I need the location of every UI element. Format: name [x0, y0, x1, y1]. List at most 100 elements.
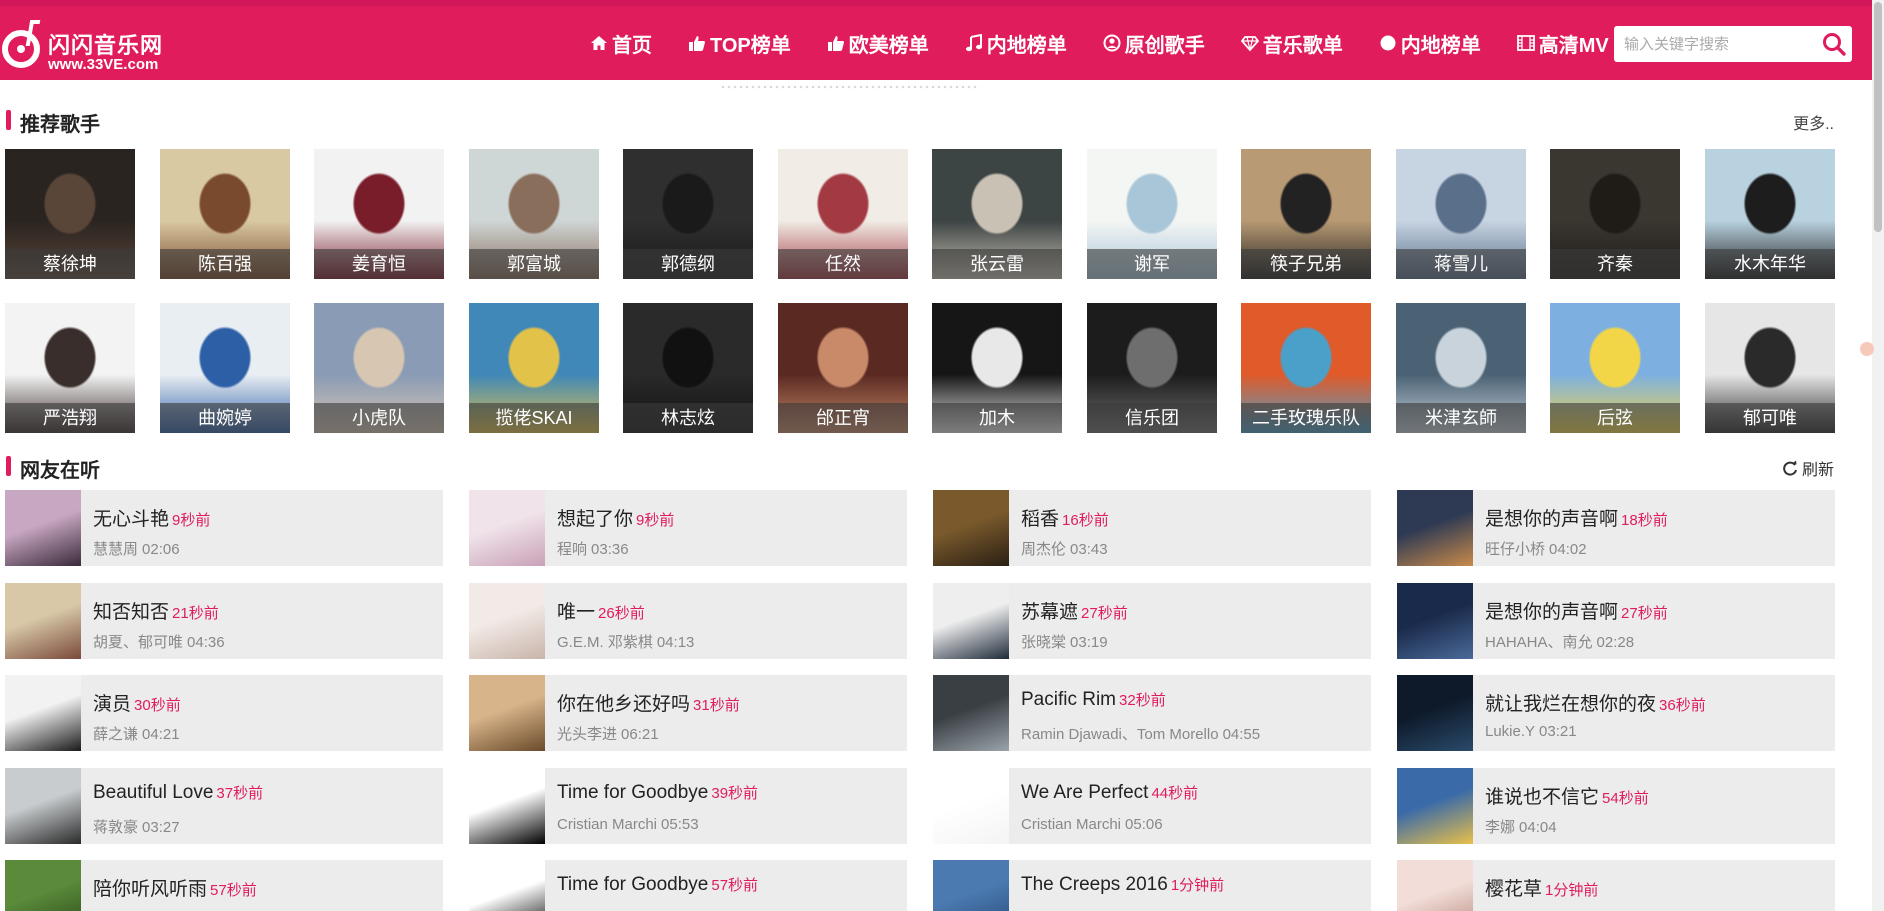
song-item[interactable]: Pacific Rim 32秒前 Ramin Djawadi、Tom Morello…	[933, 675, 1371, 751]
song-item[interactable]: The Creeps 2016 1分钟前	[933, 860, 1371, 911]
singer-card[interactable]: 林志炫	[623, 303, 753, 433]
song-title[interactable]: 无心斗艳	[93, 509, 169, 530]
more-singers-link[interactable]: 更多..	[1793, 110, 1834, 134]
refresh-button[interactable]: 刷新	[1782, 456, 1834, 480]
nav-mainland-chart-2[interactable]: 内地榜单	[1379, 29, 1481, 58]
song-artist[interactable]: Cristian Marchi	[557, 816, 657, 833]
page-scrollbar[interactable]	[1872, 0, 1884, 911]
search-input[interactable]	[1614, 26, 1814, 62]
song-meta: Cristian Marchi 05:06	[1021, 816, 1163, 833]
singer-card[interactable]: 郭富城	[469, 149, 599, 279]
singer-card[interactable]: 齐秦	[1550, 149, 1680, 279]
nav-home[interactable]: 首页	[590, 29, 652, 58]
song-item[interactable]: 是想你的声音啊 27秒前 HAHAHA、南允 02:28	[1397, 583, 1835, 659]
singer-card[interactable]: 加木	[932, 303, 1062, 433]
nav-original-singers[interactable]: 原创歌手	[1103, 29, 1205, 58]
song-artist[interactable]: Lukie.Y	[1485, 723, 1535, 740]
nav-western-chart[interactable]: 欧美榜单	[827, 29, 929, 58]
singer-card[interactable]: 后弦	[1550, 303, 1680, 433]
song-item[interactable]: 知否知否 21秒前 胡夏、郁可唯 04:36	[5, 583, 443, 659]
singer-card[interactable]: 小虎队	[314, 303, 444, 433]
floating-widget-dot[interactable]	[1860, 342, 1874, 356]
singer-card[interactable]: 郭德纲	[623, 149, 753, 279]
song-artist[interactable]: 周杰伦	[1021, 541, 1066, 558]
singer-card[interactable]: 信乐团	[1087, 303, 1217, 433]
song-item[interactable]: 陪你听风听雨 57秒前	[5, 860, 443, 911]
singer-card[interactable]: 蔡徐坤	[5, 149, 135, 279]
song-title[interactable]: 想起了你	[557, 509, 633, 530]
song-title[interactable]: 你在他乡还好吗	[557, 694, 690, 715]
song-item[interactable]: Beautiful Love 37秒前 蒋敦豪 03:27	[5, 768, 443, 844]
nav-hd-mv[interactable]: 高清MV	[1516, 29, 1609, 58]
singer-card[interactable]: 蒋雪儿	[1396, 149, 1526, 279]
song-artist[interactable]: Cristian Marchi	[1021, 816, 1121, 833]
song-artist[interactable]: Ramin Djawadi、Tom Morello	[1021, 726, 1219, 743]
singer-card[interactable]: 任然	[778, 149, 908, 279]
song-artist[interactable]: 张晓棠	[1021, 634, 1066, 651]
song-item[interactable]: 谁说也不信它 54秒前 李娜 04:04	[1397, 768, 1835, 844]
song-item[interactable]: 想起了你 9秒前 程响 03:36	[469, 490, 907, 566]
song-item[interactable]: Time for Goodbye 57秒前	[469, 860, 907, 911]
song-item[interactable]: 是想你的声音啊 18秒前 旺仔小桥 04:02	[1397, 490, 1835, 566]
song-item[interactable]: 苏幕遮 27秒前 张晓棠 03:19	[933, 583, 1371, 659]
song-item[interactable]: 樱花草 1分钟前	[1397, 860, 1835, 911]
song-item[interactable]: 稻香 16秒前 周杰伦 03:43	[933, 490, 1371, 566]
song-title[interactable]: 稻香	[1021, 509, 1059, 530]
played-ago: 57秒前	[711, 877, 759, 894]
scrollbar-thumb[interactable]	[1874, 2, 1882, 232]
nav-playlists[interactable]: 音乐歌单	[1240, 29, 1343, 58]
song-item[interactable]: 无心斗艳 9秒前 慧慧周 02:06	[5, 490, 443, 566]
song-title[interactable]: Pacific Rim	[1021, 689, 1116, 710]
song-artist[interactable]: HAHAHA、南允	[1485, 634, 1593, 651]
song-item[interactable]: Time for Goodbye 39秒前 Cristian Marchi 05:53	[469, 768, 907, 844]
singer-card[interactable]: 谢军	[1087, 149, 1217, 279]
song-title[interactable]: 演员	[93, 694, 131, 715]
song-title[interactable]: 苏幕遮	[1021, 602, 1078, 623]
site-logo[interactable]: 闪闪音乐网 www.33VE.com	[0, 16, 170, 76]
song-artist[interactable]: 光头李进	[557, 726, 617, 743]
singer-card[interactable]: 姜育恒	[314, 149, 444, 279]
song-title[interactable]: Time for Goodbye	[557, 782, 708, 803]
song-title[interactable]: 唯一	[557, 602, 595, 623]
song-artist[interactable]: G.E.M. 邓紫棋	[557, 634, 653, 651]
singer-card[interactable]: 严浩翔	[5, 303, 135, 433]
song-item[interactable]: 你在他乡还好吗 31秒前 光头李进 06:21	[469, 675, 907, 751]
song-item[interactable]: 唯一 26秒前 G.E.M. 邓紫棋 04:13	[469, 583, 907, 659]
song-title[interactable]: 是想你的声音啊	[1485, 509, 1618, 530]
song-title[interactable]: 陪你听风听雨	[93, 879, 207, 900]
search-button[interactable]	[1820, 30, 1848, 58]
singer-card[interactable]: 筷子兄弟	[1241, 149, 1371, 279]
singer-card[interactable]: 郁可唯	[1705, 303, 1835, 433]
song-artist[interactable]: 胡夏、郁可唯	[93, 634, 183, 651]
song-title[interactable]: 就让我烂在想你的夜	[1485, 694, 1656, 715]
singer-card[interactable]: 陈百强	[160, 149, 290, 279]
song-title[interactable]: 谁说也不信它	[1485, 787, 1599, 808]
song-title[interactable]: 樱花草	[1485, 879, 1542, 900]
singer-card[interactable]: 张云雷	[932, 149, 1062, 279]
nav-mainland-chart[interactable]: 内地榜单	[965, 29, 1067, 58]
song-title[interactable]: 知否知否	[93, 602, 169, 623]
song-item[interactable]: 就让我烂在想你的夜 36秒前 Lukie.Y 03:21	[1397, 675, 1835, 751]
singer-name: 加木	[932, 403, 1062, 433]
singer-card[interactable]: 米津玄師	[1396, 303, 1526, 433]
singer-card[interactable]: 二手玫瑰乐队	[1241, 303, 1371, 433]
nav-top-chart[interactable]: TOP榜单	[688, 29, 791, 58]
song-title[interactable]: Beautiful Love	[93, 782, 213, 803]
singer-card[interactable]: 曲婉婷	[160, 303, 290, 433]
song-artist[interactable]: 薛之谦	[93, 726, 138, 743]
song-artist[interactable]: 慧慧周	[93, 541, 138, 558]
song-item[interactable]: We Are Perfect 44秒前 Cristian Marchi 05:06	[933, 768, 1371, 844]
singer-card[interactable]: 水木年华	[1705, 149, 1835, 279]
song-artist[interactable]: 旺仔小桥	[1485, 541, 1545, 558]
singer-card[interactable]: 邰正宵	[778, 303, 908, 433]
song-title[interactable]: 是想你的声音啊	[1485, 602, 1618, 623]
song-title[interactable]: The Creeps 2016	[1021, 874, 1168, 895]
album-cover	[469, 490, 545, 566]
song-artist[interactable]: 蒋敦豪	[93, 819, 138, 836]
song-title[interactable]: Time for Goodbye	[557, 874, 708, 895]
singer-card[interactable]: 揽佬SKAI	[469, 303, 599, 433]
song-title[interactable]: We Are Perfect	[1021, 782, 1148, 803]
song-artist[interactable]: 程响	[557, 541, 587, 558]
song-artist[interactable]: 李娜	[1485, 819, 1515, 836]
song-item[interactable]: 演员 30秒前 薛之谦 04:21	[5, 675, 443, 751]
